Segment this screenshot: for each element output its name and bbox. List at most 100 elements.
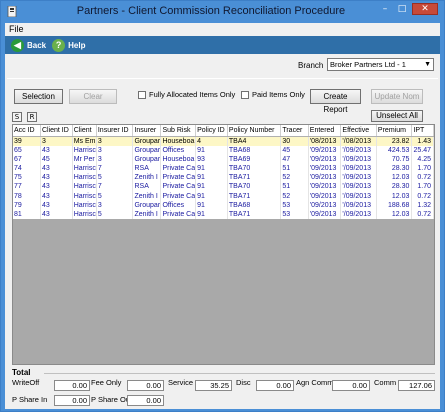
- table-cell: 0.72: [411, 209, 434, 219]
- column-header[interactable]: Policy ID: [195, 125, 228, 137]
- r-button[interactable]: R: [27, 112, 37, 122]
- title-bar[interactable]: Partners - Client Commission Reconciliat…: [1, 1, 444, 23]
- column-header[interactable]: Policy Number: [227, 125, 282, 137]
- disc-label: Disc: [236, 378, 251, 387]
- table-cell: 23.82: [376, 136, 413, 146]
- table-cell: Harrisc: [72, 163, 97, 174]
- column-header[interactable]: Client ID: [40, 125, 73, 137]
- table-cell: 424.53: [376, 145, 413, 155]
- paid-items-label: Paid Items Only: [252, 90, 305, 99]
- column-header[interactable]: Insurer ID: [96, 125, 134, 137]
- clear-button[interactable]: Clear: [69, 89, 117, 104]
- table-cell: 51: [280, 182, 309, 192]
- table-cell: RSA: [132, 163, 162, 174]
- column-header[interactable]: Insurer: [132, 125, 162, 137]
- table-cell: 81: [13, 209, 41, 219]
- totals-legend: Total: [12, 368, 31, 377]
- selection-button[interactable]: Selection: [14, 89, 63, 104]
- table-cell: '/08/2013: [340, 136, 377, 146]
- table-cell: 52: [280, 173, 309, 183]
- table-cell: 78: [13, 191, 41, 201]
- table-cell: Zenith I: [132, 209, 162, 219]
- table-cell: 3: [96, 145, 134, 155]
- table-cell: 4: [195, 136, 228, 146]
- chevron-down-icon: ▼: [424, 61, 431, 68]
- table-cell: 53: [280, 200, 309, 210]
- column-header[interactable]: Client: [72, 125, 97, 137]
- table-cell: 28.30: [376, 182, 413, 192]
- table-cell: 91: [195, 191, 228, 201]
- table-row[interactable]: 79 43 Harrisc 3 Groupar Offices 91 TBA68 53'09/2…: [13, 200, 434, 210]
- table-cell: 77: [13, 182, 41, 192]
- table-cell: 3: [96, 154, 134, 164]
- table-cell: 79: [13, 200, 41, 210]
- table-cell: Zenith I: [132, 173, 162, 183]
- checkbox-box: [138, 90, 146, 99]
- table-row[interactable]: 67 45 Mr Per 3 Groupar Houseboa 93 TBA69 47'09/2…: [13, 154, 434, 164]
- menu-file[interactable]: File: [9, 24, 24, 34]
- table-row[interactable]: 78 43 Harrisc 5 Zenith I Private Ca 91 TBA71 52 '…: [13, 191, 434, 201]
- s-button[interactable]: S: [12, 112, 22, 122]
- table-cell: '09/2013: [308, 200, 342, 210]
- column-header[interactable]: IPT: [411, 125, 434, 137]
- paid-items-checkbox[interactable]: Paid Items Only: [241, 90, 305, 99]
- table-row[interactable]: 65 43 Harrisc 3 Groupar Offices 91 TBA68 45'09/2…: [13, 145, 434, 155]
- table-cell: 74: [13, 163, 41, 174]
- table-row[interactable]: 39 3 Ms Em 3 Groupar Houseboa 4 TBA4 30'08/2013 '…: [13, 136, 434, 146]
- totals-divider: [44, 373, 435, 374]
- table-cell: '09/2013: [308, 209, 342, 219]
- totals-panel: Total WriteOff 0.00 Fee Only 0.00 Servic…: [12, 368, 435, 408]
- column-header[interactable]: Acc ID: [13, 125, 41, 137]
- branch-select[interactable]: Broker Partners Ltd - 1 ▼: [327, 58, 434, 71]
- table-cell: 43: [40, 182, 73, 192]
- help-button[interactable]: ? Help: [52, 38, 85, 52]
- back-label: Back: [27, 40, 47, 50]
- close-button[interactable]: ✕: [412, 3, 438, 15]
- write-off-label: WriteOff: [12, 378, 40, 387]
- comm-value: 127.06: [398, 380, 435, 391]
- table-header-row: Acc ID Client ID Client Insurer ID Insurer Su…: [13, 125, 434, 137]
- table-row[interactable]: 74 43 Harrisc 7 RSA Private Ca 91 TBA70 51'09/20…: [13, 163, 434, 174]
- fee-only-label: Fee Only: [91, 378, 122, 387]
- table-cell: Harrisc: [72, 182, 97, 192]
- commission-table: Acc ID Client ID Client Insurer ID Insurer Su…: [13, 125, 434, 219]
- table-cell: 3: [40, 136, 73, 146]
- table-cell: 7: [96, 182, 134, 192]
- commission-grid[interactable]: Acc ID Client ID Client Insurer ID Insurer Su…: [12, 124, 435, 365]
- fully-allocated-checkbox[interactable]: Fully Allocated Items Only: [138, 90, 235, 99]
- p-share-in-label: P Share In: [12, 395, 48, 404]
- table-cell: 43: [40, 209, 73, 219]
- column-header[interactable]: Premium: [376, 125, 413, 137]
- column-header[interactable]: Sub Risk: [160, 125, 197, 137]
- column-header[interactable]: Tracer: [280, 125, 309, 137]
- column-header[interactable]: Entered: [308, 125, 342, 137]
- table-row[interactable]: 81 43 Harrisc 5 Zenith I Private Ca 91 TBA71 53 '…: [13, 209, 434, 219]
- table-row[interactable]: 77 43 Harrisc 7 RSA Private Ca 91 TBA70 51'09/20…: [13, 182, 434, 192]
- create-report-button[interactable]: Create Report: [310, 89, 361, 114]
- table-cell: 45: [280, 145, 309, 155]
- minimize-button[interactable]: –: [378, 3, 392, 15]
- table-cell: Groupar: [132, 154, 162, 164]
- table-cell: Zenith I: [132, 191, 162, 201]
- table-cell: 91: [195, 163, 228, 174]
- table-cell: 25.47: [411, 145, 434, 155]
- back-arrow-icon: ◀: [11, 38, 24, 52]
- table-row[interactable]: 75 43 Harrisc 5 Zenith I Private Ca 91 TBA71 52 '…: [13, 173, 434, 183]
- table-cell: 91: [195, 200, 228, 210]
- table-cell: '/09/2013: [340, 163, 377, 174]
- back-button[interactable]: ◀ Back: [11, 38, 47, 52]
- update-nom-button[interactable]: Update Nom: [371, 89, 423, 104]
- column-header[interactable]: Effective: [340, 125, 377, 137]
- table-cell: Houseboa: [160, 136, 197, 146]
- maximize-button[interactable]: □: [395, 3, 409, 15]
- table-cell: TBA71: [227, 173, 282, 183]
- table-cell: RSA: [132, 182, 162, 192]
- table-cell: 43: [40, 173, 73, 183]
- table-cell: 1.70: [411, 163, 434, 174]
- unselect-all-button[interactable]: Unselect All: [371, 110, 423, 122]
- table-cell: TBA68: [227, 200, 282, 210]
- table-cell: 5: [96, 173, 134, 183]
- table-cell: '09/2013: [308, 182, 342, 192]
- table-cell: '/09/2013: [340, 200, 377, 210]
- menu-bar: File: [5, 23, 440, 36]
